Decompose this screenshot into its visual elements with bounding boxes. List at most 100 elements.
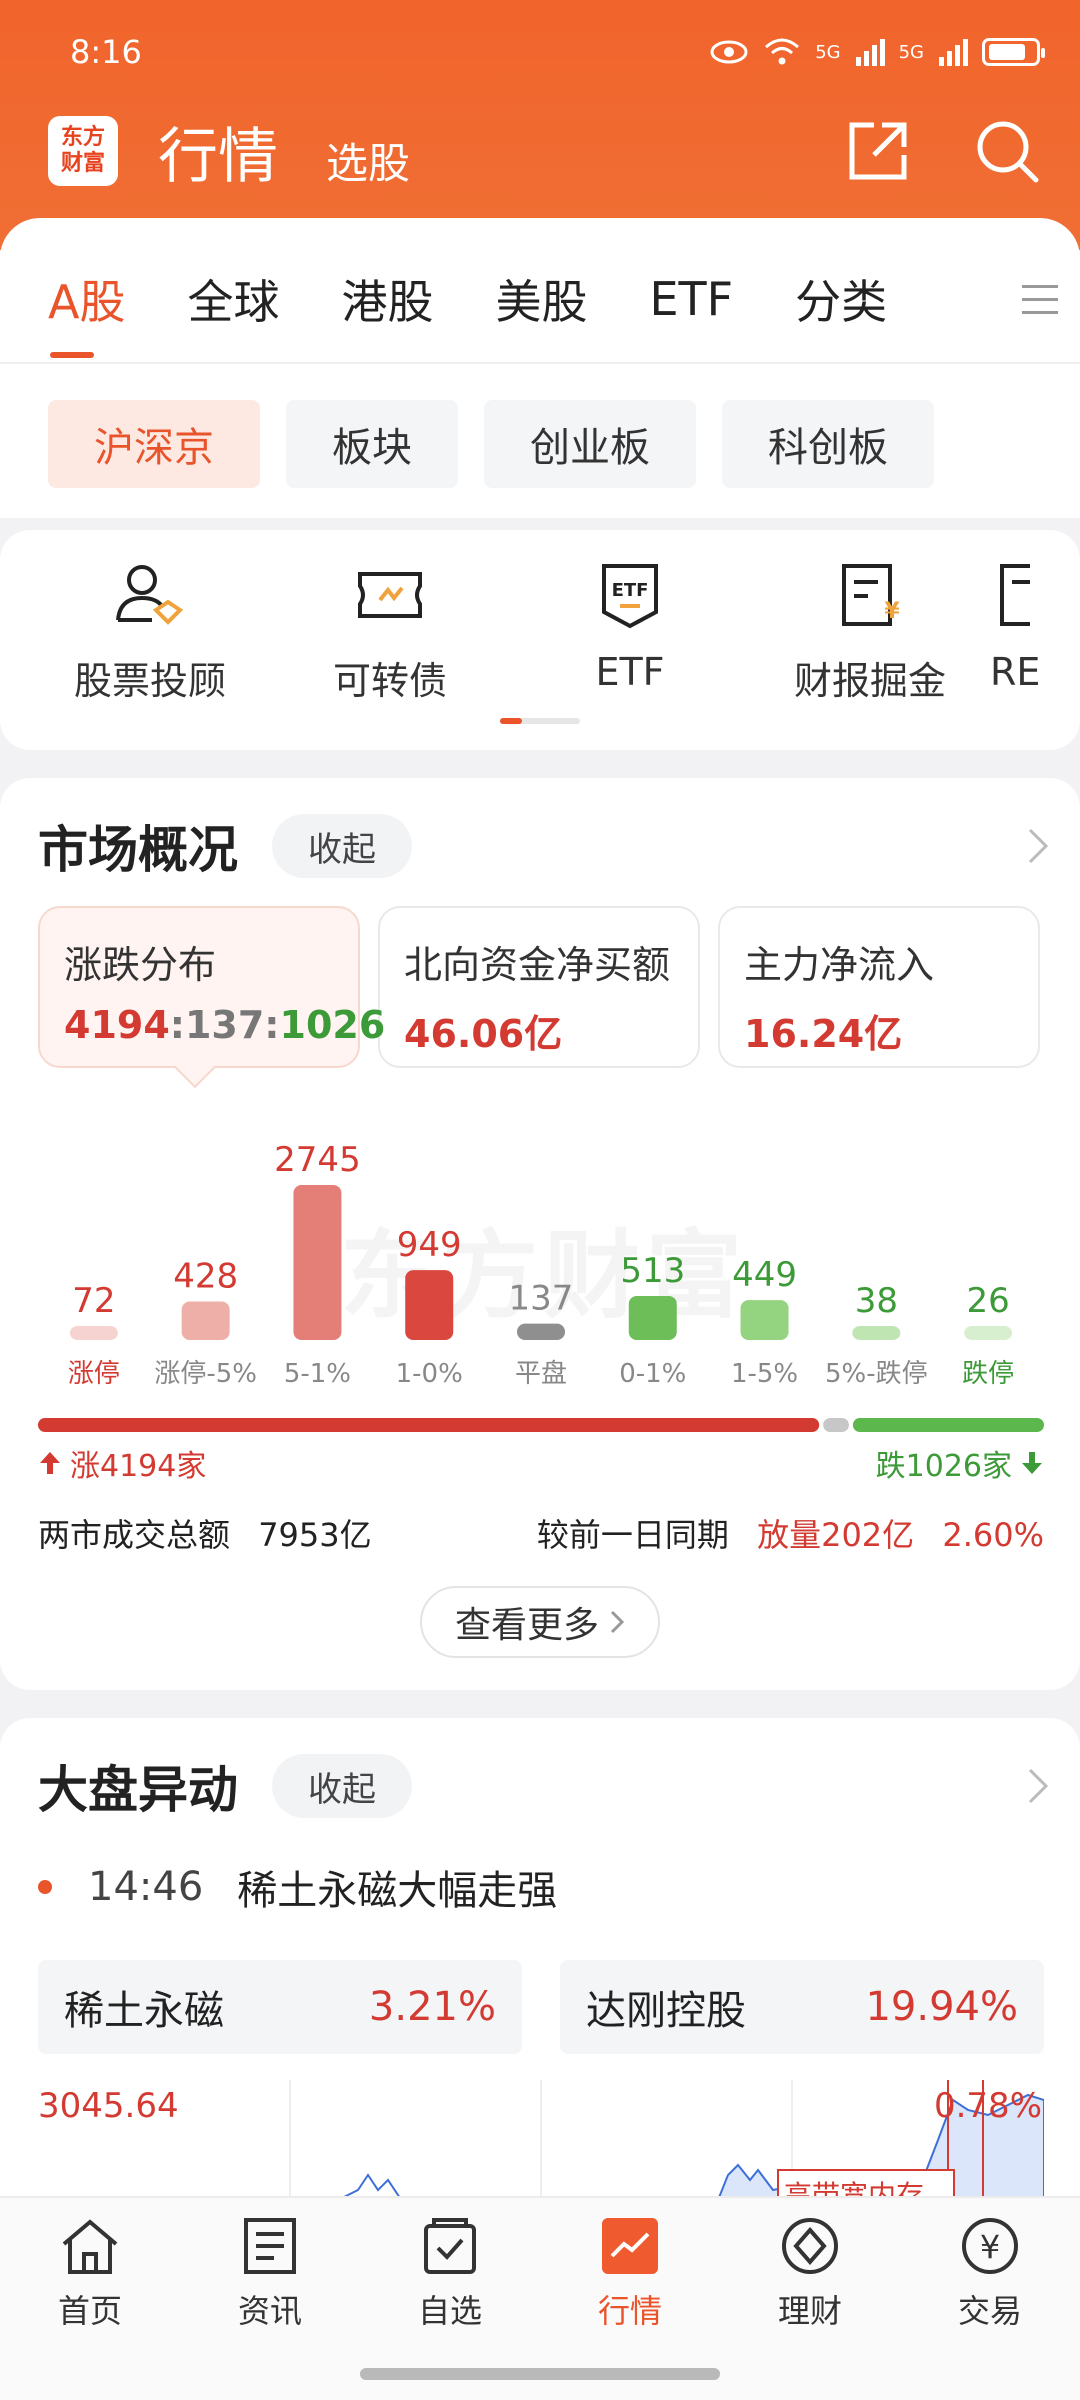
breadth-flat-segment [823,1418,849,1432]
turnover-row: 两市成交总额 7953亿 较前一日同期 放量202亿 2.60% [38,1510,1044,1556]
watchlist-icon [424,2218,476,2274]
stat-advance-decline[interactable]: 涨跌分布 4194:137:1026 [38,906,386,1068]
index-intraday-chart[interactable]: 3045.64 0.78% 高带宽内存 [38,2080,1044,2200]
bar-3 [405,1270,454,1340]
menu-icon[interactable] [1020,281,1060,317]
arrow-down-icon [1022,1452,1042,1474]
movement-stock-tiles: 稀土永磁 3.21% 达刚控股 19.94% [38,1960,1044,2054]
breadth-up-segment [38,1418,820,1432]
bar-category-label: 平盘 [515,1359,567,1389]
stock-tile-stock[interactable]: 达刚控股 19.94% [560,1960,1044,2054]
tools-scroll-indicator [500,718,580,724]
stat-northbound-net-buy[interactable]: 北向资金净买额 46.06亿 [378,906,700,1068]
stock-tile-sector[interactable]: 稀土永磁 3.21% [38,1960,522,2054]
tools-card: 股票投顾 可转债 ETF ETF ¥ 财报掘金 RE [0,530,1080,750]
distribution-bars: 72 涨停 428 涨停-5% 2745 5-1% 949 1-0% 137 平盘 513 0-1% 4… [68,1140,1014,1389]
arrow-up-icon [40,1452,60,1474]
battery-icon [982,38,1045,66]
bottom-navigation: 首页 资讯 自选 行情 理财 ¥ 交易 [0,2196,1080,2400]
bar-category-label: 5-1% [284,1359,351,1389]
nav-home[interactable]: 首页 [15,2216,165,2332]
bar-category-label: 5%-跌停 [825,1359,928,1389]
nav-wealth[interactable]: 理财 [735,2216,885,2332]
nav-watchlist[interactable]: 自选 [375,2216,525,2332]
tool-etf[interactable]: ETF ETF [510,560,750,705]
chevron-right-icon[interactable] [1026,1766,1050,1806]
bar-value-label: 38 [855,1281,898,1321]
nav-news[interactable]: 资讯 [195,2216,345,2332]
bar-category-label: 1-5% [731,1359,798,1389]
market-overview-title: 市场概况 [38,821,238,879]
tool-convertible-bond[interactable]: 可转债 [270,560,510,705]
share-icon[interactable] [846,119,910,183]
chip-star-market[interactable]: 科创板 [722,400,934,488]
bar-7 [852,1326,901,1340]
stat-main-net-inflow[interactable]: 主力净流入 16.24亿 [718,906,1040,1068]
tool-re[interactable]: RE [990,560,1070,705]
sub-market-chips: 沪深京 板块 创业板 科创板 [48,400,934,488]
bar-8 [964,1326,1013,1340]
tab-us[interactable]: 美股 [495,266,587,332]
top-bar: 东方 财富 行情 选股 [48,108,1040,194]
turnover-label: 两市成交总额 [38,1516,231,1554]
event-text: 稀土永磁大幅走强 [237,1868,558,1914]
bar-value-label: 137 [509,1279,574,1319]
bar-value-label: 2745 [274,1140,361,1180]
collapse-button[interactable]: 收起 [272,814,412,878]
bar-4 [517,1323,565,1340]
app-header: 8:16 5G 5G 东方 财富 行情 选股 [0,0,1080,250]
status-time: 8:16 [70,33,142,71]
page-title: 行情 [158,121,278,192]
chip-shanghai-shenzhen-beijing[interactable]: 沪深京 [48,400,260,488]
bar-category-label: 涨停 [68,1359,120,1389]
bar-value-label: 428 [173,1257,238,1297]
bar-category-label: 涨停-5% [154,1359,257,1389]
tab-etf[interactable]: ETF [649,272,733,326]
chip-sectors[interactable]: 板块 [286,400,458,488]
nav-market[interactable]: 行情 [555,2216,705,2332]
bar-2 [293,1185,342,1340]
signal-icon [939,39,968,66]
market-tabs: A股 全球 港股 美股 ETF 分类 [48,266,1060,358]
breadth-down-segment [852,1418,1044,1432]
stock-picker-link[interactable]: 选股 [326,130,410,191]
advance-decline-ratio: 4194:137:1026 [64,1003,386,1047]
view-more-button[interactable]: 查看更多 [420,1586,660,1658]
compare-pct: 2.60% [942,1516,1044,1554]
status-bar: 8:16 5G 5G [70,30,1045,74]
bar-0 [69,1326,118,1340]
bar-category-label: 1-0% [396,1359,463,1389]
nav-trade[interactable]: ¥ 交易 [915,2216,1065,2332]
bar-category-label: 0-1% [619,1359,686,1389]
price-change-distribution-chart: 东方财富 72 涨停 428 涨停-5% 2745 5-1% 949 1-0% 137 平盘 513… [0,1098,1080,1398]
index-value: 3045.64 [38,2086,179,2126]
home-indicator [360,2368,720,2380]
tool-stock-advisor[interactable]: 股票投顾 [30,560,270,705]
movement-event[interactable]: 14:46 稀土永磁大幅走强 [38,1858,557,1916]
breadth-down-label: 跌1026家 [876,1441,1044,1485]
svg-text:ETF: ETF [612,580,649,601]
tab-category[interactable]: 分类 [795,266,887,332]
tab-hk[interactable]: 港股 [341,266,433,332]
chevron-right-icon[interactable] [1026,826,1050,866]
tool-earnings-mining[interactable]: ¥ 财报掘金 [750,560,990,705]
app-logo: 东方 财富 [48,116,118,186]
chevron-right-icon [610,1610,625,1634]
chip-chinext[interactable]: 创业板 [484,400,696,488]
search-icon[interactable] [974,118,1040,184]
bar-1 [181,1301,230,1340]
tabs-divider [0,362,1080,364]
report-icon: ¥ [842,564,900,626]
market-overview-card: 市场概况 收起 涨跌分布 4194:137:1026 北向资金净买额 46.06… [0,778,1080,1690]
bar-value-label: 949 [397,1225,462,1265]
bar-category-label: 跌停 [962,1359,1014,1389]
svg-text:¥: ¥ [980,2228,1000,2266]
eye-icon [710,40,748,64]
tab-global[interactable]: 全球 [187,266,279,332]
event-time: 14:46 [88,1864,204,1910]
bar-6 [740,1300,789,1340]
wealth-icon [782,2218,838,2274]
tab-a-shares[interactable]: A股 [48,266,125,358]
collapse-button[interactable]: 收起 [272,1754,412,1818]
index-pct: 0.78% [933,2086,1042,2126]
